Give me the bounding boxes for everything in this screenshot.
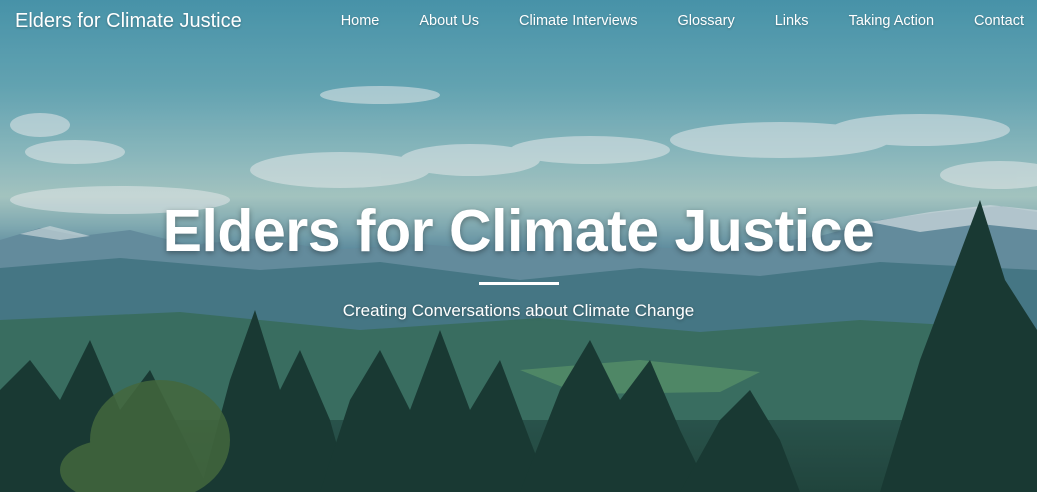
hero-section: Elders for Climate Justice Home About Us…: [0, 0, 1037, 492]
nav-link-glossary[interactable]: Glossary: [677, 13, 734, 29]
hero-subtitle: Creating Conversations about Climate Cha…: [342, 301, 695, 320]
nav-link-climate-interviews[interactable]: Climate Interviews: [519, 13, 637, 29]
nav-link-about-us[interactable]: About Us: [419, 13, 479, 29]
nav-link-home[interactable]: Home: [341, 13, 380, 29]
nav-links: Home About Us Climate Interviews Glossar…: [341, 13, 1024, 29]
nav-link-contact[interactable]: Contact: [974, 13, 1024, 29]
nav-link-links[interactable]: Links: [775, 13, 809, 29]
title-divider: [478, 282, 559, 285]
top-navbar: Elders for Climate Justice Home About Us…: [0, 0, 1037, 42]
hero-content: Elders for Climate Justice Creating Conv…: [0, 192, 1037, 321]
brand-link[interactable]: Elders for Climate Justice: [15, 10, 242, 33]
hero-title: Elders for Climate Justice: [162, 198, 875, 264]
nav-link-taking-action[interactable]: Taking Action: [849, 13, 934, 29]
